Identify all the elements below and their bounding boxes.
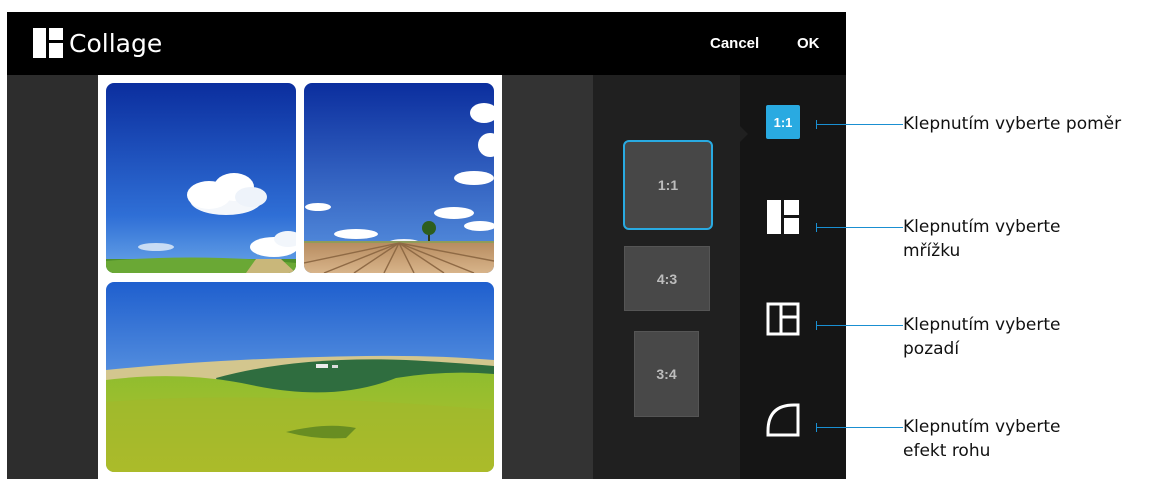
callout-grid-line1: Klepnutím vyberte: [903, 217, 1061, 237]
app-title: Collage: [69, 29, 163, 58]
background-icon: [766, 302, 800, 336]
cloud-sky-grass-photo: [106, 83, 296, 273]
callout-grid-line2: mřížku: [903, 241, 961, 261]
grid-layout-icon: [767, 200, 799, 234]
corner-tool-button[interactable]: [766, 403, 800, 437]
cancel-button[interactable]: Cancel: [710, 34, 759, 54]
callout-corner-line2: efekt rohu: [903, 441, 991, 461]
ratio-option-4-3[interactable]: 4:3: [624, 246, 710, 311]
ratio-tool-button[interactable]: 1:1: [766, 105, 800, 139]
green-hills-photo: [106, 282, 494, 472]
field-tree-sky-photo: [304, 83, 494, 273]
middle-margin: [502, 75, 593, 479]
collage-canvas: [98, 75, 502, 479]
callout-background-line2: pozadí: [903, 339, 960, 359]
background-tool-button[interactable]: [766, 302, 800, 336]
callout-line-corner: [816, 423, 903, 432]
ratio-panel: 1:1 4:3 3:4: [593, 75, 740, 479]
ok-button[interactable]: OK: [797, 34, 820, 54]
callout-background: Klepnutím vyberte pozadí: [903, 313, 1163, 361]
callout-line-background: [816, 321, 903, 330]
ratio-option-3-4[interactable]: 3:4: [634, 331, 699, 417]
collage-photo-cloud[interactable]: [106, 83, 296, 273]
callout-ratio-text: Klepnutím vyberte poměr: [903, 114, 1122, 134]
callout-line-grid: [816, 223, 903, 232]
ratio-tool-label: 1:1: [773, 114, 793, 130]
ratio-option-1-1[interactable]: 1:1: [623, 140, 713, 230]
callout-background-line1: Klepnutím vyberte: [903, 315, 1061, 335]
callout-corner: Klepnutím vyberte efekt rohu: [903, 415, 1163, 463]
selection-pointer: [740, 126, 748, 142]
app-bar: Collage Cancel OK: [7, 12, 846, 75]
grid-tool-button[interactable]: [766, 199, 800, 235]
left-margin: [7, 75, 98, 479]
callout-corner-line1: Klepnutím vyberte: [903, 417, 1061, 437]
corner-effect-icon: [766, 403, 800, 437]
callout-grid: Klepnutím vyberte mřížku: [903, 215, 1163, 263]
phone-screen: Collage Cancel OK 1:1 4:3 3:4: [7, 12, 846, 479]
collage-photo-hills[interactable]: [106, 282, 494, 472]
callout-ratio: Klepnutím vyberte poměr: [903, 112, 1163, 136]
collage-logo-icon: [33, 28, 63, 58]
callout-line-ratio: [816, 120, 903, 129]
collage-photo-field[interactable]: [304, 83, 494, 273]
